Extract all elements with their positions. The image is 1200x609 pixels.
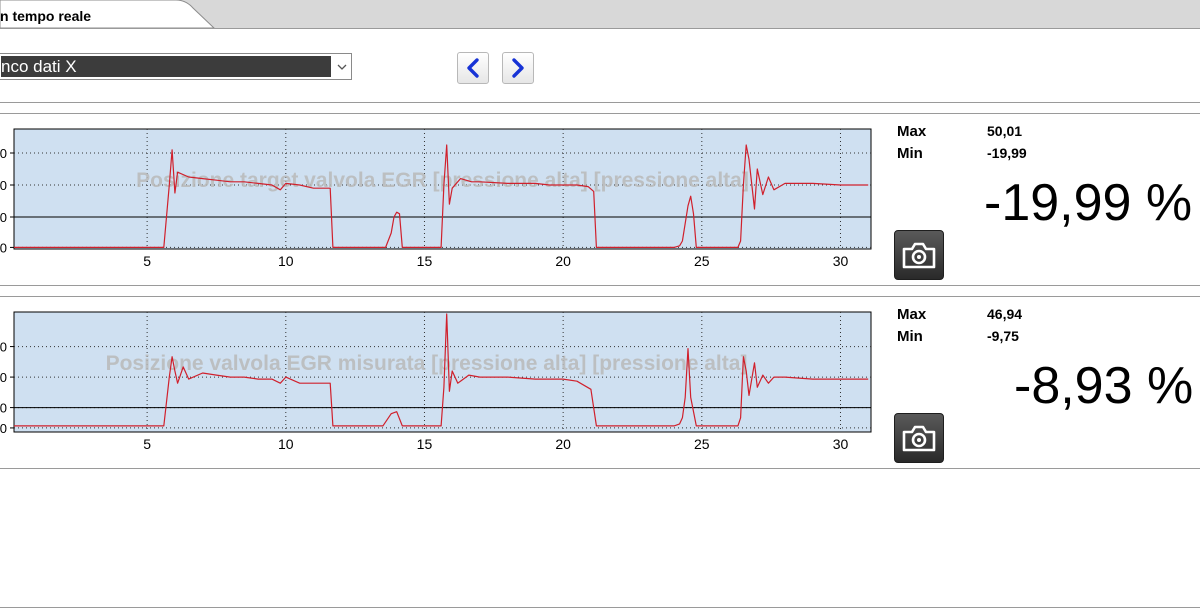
max-value: 46,94 xyxy=(987,306,1023,322)
camera-icon xyxy=(902,242,936,269)
y-tick-label: 0 xyxy=(0,178,7,193)
tab-bar-divider xyxy=(0,28,1200,29)
x-tick-label: 25 xyxy=(694,436,710,452)
panel-1-top-border xyxy=(0,113,1200,114)
panel-2-top-border xyxy=(0,296,1200,297)
chevron-left-icon xyxy=(467,58,479,78)
min-label: Min xyxy=(897,328,923,345)
min-value: -19,99 xyxy=(987,145,1027,161)
x-tick-label: 5 xyxy=(143,436,151,452)
chart-panel-2: 5 10 15 20 25 30 0 0 0 0 Posizione valvola EGR mis… xyxy=(0,308,872,456)
y-tick-label: 0 xyxy=(0,421,7,436)
camera-icon xyxy=(902,425,936,452)
y-tick-label: 0 xyxy=(0,370,7,385)
current-value: -8,93 % xyxy=(1014,357,1194,415)
min-label: Min xyxy=(897,145,923,162)
x-tick-label: 10 xyxy=(278,253,294,269)
x-tick-label: 30 xyxy=(833,253,849,269)
x-tick-label: 5 xyxy=(143,253,151,269)
y-tick-label: 0 xyxy=(0,210,7,225)
y-tick-label: 0 xyxy=(0,240,7,255)
toolbar-divider xyxy=(0,102,1200,103)
y-tick-label: 0 xyxy=(0,401,7,416)
data-list-select[interactable]: nco dati X xyxy=(0,53,352,80)
x-tick-label: 20 xyxy=(555,253,571,269)
chart-panel-1: 5 10 15 20 25 30 0 0 0 0 Posizione target valvola … xyxy=(0,125,872,273)
y-tick-label: 0 xyxy=(0,146,7,161)
previous-page-button[interactable] xyxy=(457,52,489,84)
x-tick-label: 25 xyxy=(694,253,710,269)
snapshot-button[interactable] xyxy=(894,413,944,463)
chart-title: Posizione target valvola EGR [pressione … xyxy=(136,169,749,192)
current-value: -19,99 % xyxy=(984,174,1193,232)
x-tick-label: 15 xyxy=(417,253,433,269)
next-page-button[interactable] xyxy=(502,52,534,84)
y-tick-label: 0 xyxy=(0,340,7,355)
chevron-down-icon[interactable] xyxy=(333,54,351,79)
x-tick-label: 20 xyxy=(555,436,571,452)
max-value: 50,01 xyxy=(987,123,1023,139)
tab-live-data[interactable]: n tempo reale xyxy=(0,8,91,24)
snapshot-button[interactable] xyxy=(894,230,944,280)
data-list-select-value: nco dati X xyxy=(1,56,331,77)
panel-1-bottom-border xyxy=(0,285,1200,286)
panel-2-bottom-border xyxy=(0,468,1200,469)
max-label: Max xyxy=(897,306,927,323)
line-chart-2: 5 10 15 20 25 30 0 0 0 0 Posizione valvola EGR mis… xyxy=(0,311,872,452)
max-label: Max xyxy=(897,123,927,140)
line-chart-1: 5 10 15 20 25 30 0 0 0 0 Posizione target valvola … xyxy=(0,128,872,269)
footer-divider xyxy=(0,607,1200,608)
x-tick-label: 10 xyxy=(278,436,294,452)
min-value: -9,75 xyxy=(987,328,1019,344)
chevron-right-icon xyxy=(512,58,524,78)
chart-title: Posizione valvola EGR misurata [pression… xyxy=(106,352,748,375)
x-tick-label: 30 xyxy=(833,436,849,452)
x-tick-label: 15 xyxy=(417,436,433,452)
